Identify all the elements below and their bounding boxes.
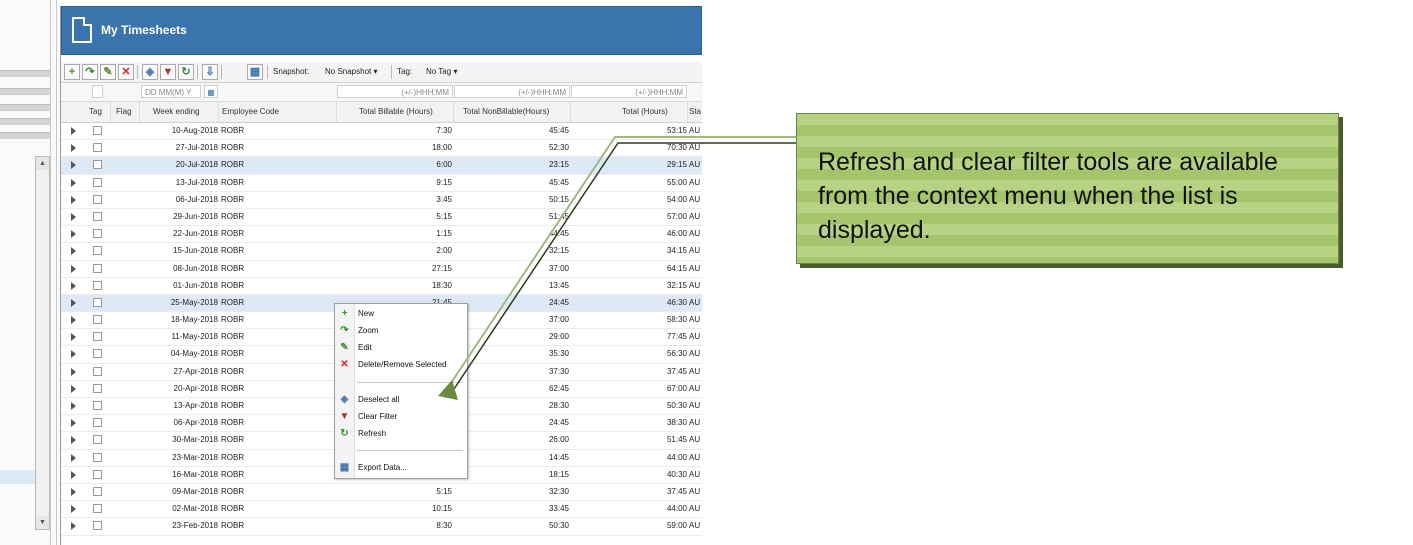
callout-text: Refresh and clear filter tools are avail…	[818, 148, 1278, 244]
callout-stripe	[797, 114, 1338, 125]
arrow-head-icon	[438, 380, 458, 400]
callout-stripe	[797, 246, 1338, 257]
callout-arrow	[438, 136, 796, 400]
callout-box: Refresh and clear filter tools are avail…	[796, 113, 1339, 264]
callout-line-light	[444, 136, 796, 393]
callout-line-dark	[449, 142, 796, 396]
